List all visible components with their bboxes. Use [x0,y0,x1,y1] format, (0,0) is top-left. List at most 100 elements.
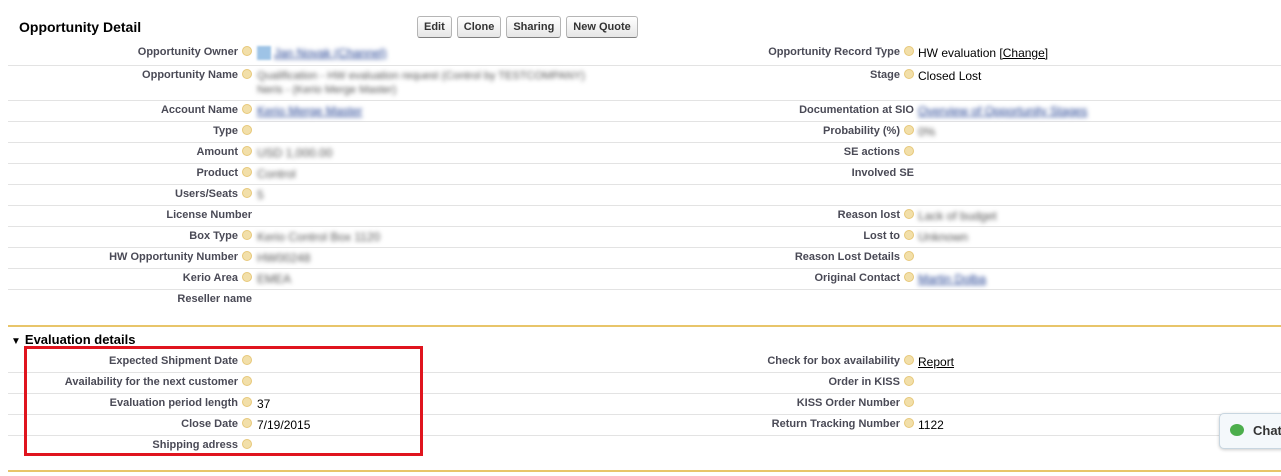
highlight-box [24,346,423,456]
label-text: Lost to [863,230,900,242]
value-text[interactable]: Jan Novak (Channel) [274,46,387,60]
value-text[interactable]: Overview of Opportunity Stages [918,104,1087,118]
field-label-probability: Probability (%) [823,125,914,137]
help-icon[interactable] [242,146,252,156]
label-text: SE actions [843,146,900,158]
help-icon[interactable] [904,146,914,156]
label-text: Check for box availability [767,355,900,367]
field-label-documentation-at-sio: Documentation at SIO [799,104,914,116]
field-value-check-for-box-availability[interactable]: Report [918,355,954,369]
field-value-account-name[interactable]: Kerio Merge Master [257,104,362,118]
help-icon[interactable] [904,272,914,282]
field-value-kerio-area: EMEA [257,272,291,286]
label-text: Opportunity Record Type [768,46,900,58]
help-icon[interactable] [904,418,914,428]
label-text: Users/Seats [175,188,238,200]
field-value-box-type: Kerio Control Box 1120 [257,230,380,244]
help-icon[interactable] [904,46,914,56]
label-text: Probability (%) [822,125,900,137]
row-divider [8,121,1281,122]
field-label-return-tracking-number: Return Tracking Number [772,418,914,430]
avatar [257,46,271,60]
chat-label: Chat [1253,423,1281,438]
field-label-opportunity-record-type: Opportunity Record Type [768,46,914,58]
field-value-opportunity-name: Qualification - HW evaluation request (C… [257,69,585,97]
value-text[interactable]: Martin Dolba [918,272,986,286]
field-label-reason-lost-details: Reason Lost Details [795,251,914,263]
label-text: Return Tracking Number [771,418,900,430]
label-text: KISS Order Number [796,397,900,409]
section-header[interactable]: ▼ Evaluation details [11,332,135,347]
field-label-amount: Amount [196,146,252,158]
label-text: Stage [870,69,900,81]
label-text: License Number [166,209,252,221]
help-icon[interactable] [242,125,252,135]
edit-button[interactable]: Edit [417,16,452,38]
field-value-opportunity-record-type: HW evaluation [Change] [918,46,1048,60]
label-text: Opportunity Name [142,69,238,81]
value-text[interactable]: Report [918,355,954,369]
help-icon[interactable] [904,69,914,79]
field-label-opportunity-name: Opportunity Name [142,69,252,81]
label-text: Reseller name [177,293,252,305]
chat-bubble-icon [1230,424,1244,436]
field-value-amount: USD 1,000.00 [257,146,332,160]
row-divider [8,65,1281,66]
clone-button[interactable]: Clone [456,16,502,38]
value-text[interactable]: Kerio Merge Master [257,104,362,118]
help-icon[interactable] [242,46,252,56]
field-value-original-contact[interactable]: Martin Dolba [918,272,986,286]
field-label-opportunity-owner: Opportunity Owner [138,46,252,58]
label-text: Amount [196,146,238,158]
help-icon[interactable] [242,251,252,261]
help-icon[interactable] [242,230,252,240]
field-label-involved-se: Involved SE [852,167,914,179]
field-label-type: Type [213,125,252,137]
row-divider [8,163,1281,164]
field-value-opportunity-owner[interactable]: Jan Novak (Channel) [257,46,387,60]
field-value-product: Control [257,167,296,181]
field-value-documentation-at-sio[interactable]: Overview of Opportunity Stages [918,104,1087,118]
label-text: Documentation at SIO [799,104,914,116]
help-icon[interactable] [242,272,252,282]
label-text: Account Name [160,104,238,116]
label-text: HW Opportunity Number [109,251,238,263]
section-title: Evaluation details [24,332,136,347]
help-icon[interactable] [242,69,252,79]
change-link[interactable]: [Change] [999,46,1048,60]
field-label-reason-lost: Reason lost [838,209,914,221]
help-icon[interactable] [904,251,914,261]
field-label-se-actions: SE actions [844,146,914,158]
label-text: Product [196,167,238,179]
help-icon[interactable] [242,104,252,114]
field-label-reseller-name: Reseller name [177,293,252,305]
field-value-hw-opportunity-number: HW00248 [257,251,310,265]
label-text: Reason lost [837,209,900,221]
help-icon[interactable] [904,397,914,407]
row-divider [8,184,1281,185]
field-label-stage: Stage [870,69,914,81]
field-value-return-tracking-number: 1122 [918,418,944,432]
help-icon[interactable] [904,355,914,365]
help-icon[interactable] [904,230,914,240]
label-text: Involved SE [851,167,914,179]
value-text: Qualification - HW evaluation request (C… [257,70,585,82]
value-text: HW evaluation [918,46,997,60]
new-quote-button[interactable]: New Quote [566,16,638,38]
help-icon[interactable] [242,188,252,198]
value-text: Kerio Control Box 1120 [257,230,381,244]
field-value-users-seats: 5 [257,188,264,202]
label-text: Box Type [189,230,238,242]
field-label-hw-opportunity-number: HW Opportunity Number [109,251,252,263]
section-divider [8,325,1281,327]
help-icon[interactable] [904,209,914,219]
row-divider [8,268,1281,269]
collapse-triangle-icon[interactable]: ▼ [11,336,21,347]
value-text: Unknown [918,230,969,244]
help-icon[interactable] [242,167,252,177]
sharing-button[interactable]: Sharing [506,16,562,38]
help-icon[interactable] [904,125,914,135]
chat-widget[interactable]: Chat [1219,413,1281,449]
value-text: 1122 [918,418,944,432]
help-icon[interactable] [904,376,914,386]
